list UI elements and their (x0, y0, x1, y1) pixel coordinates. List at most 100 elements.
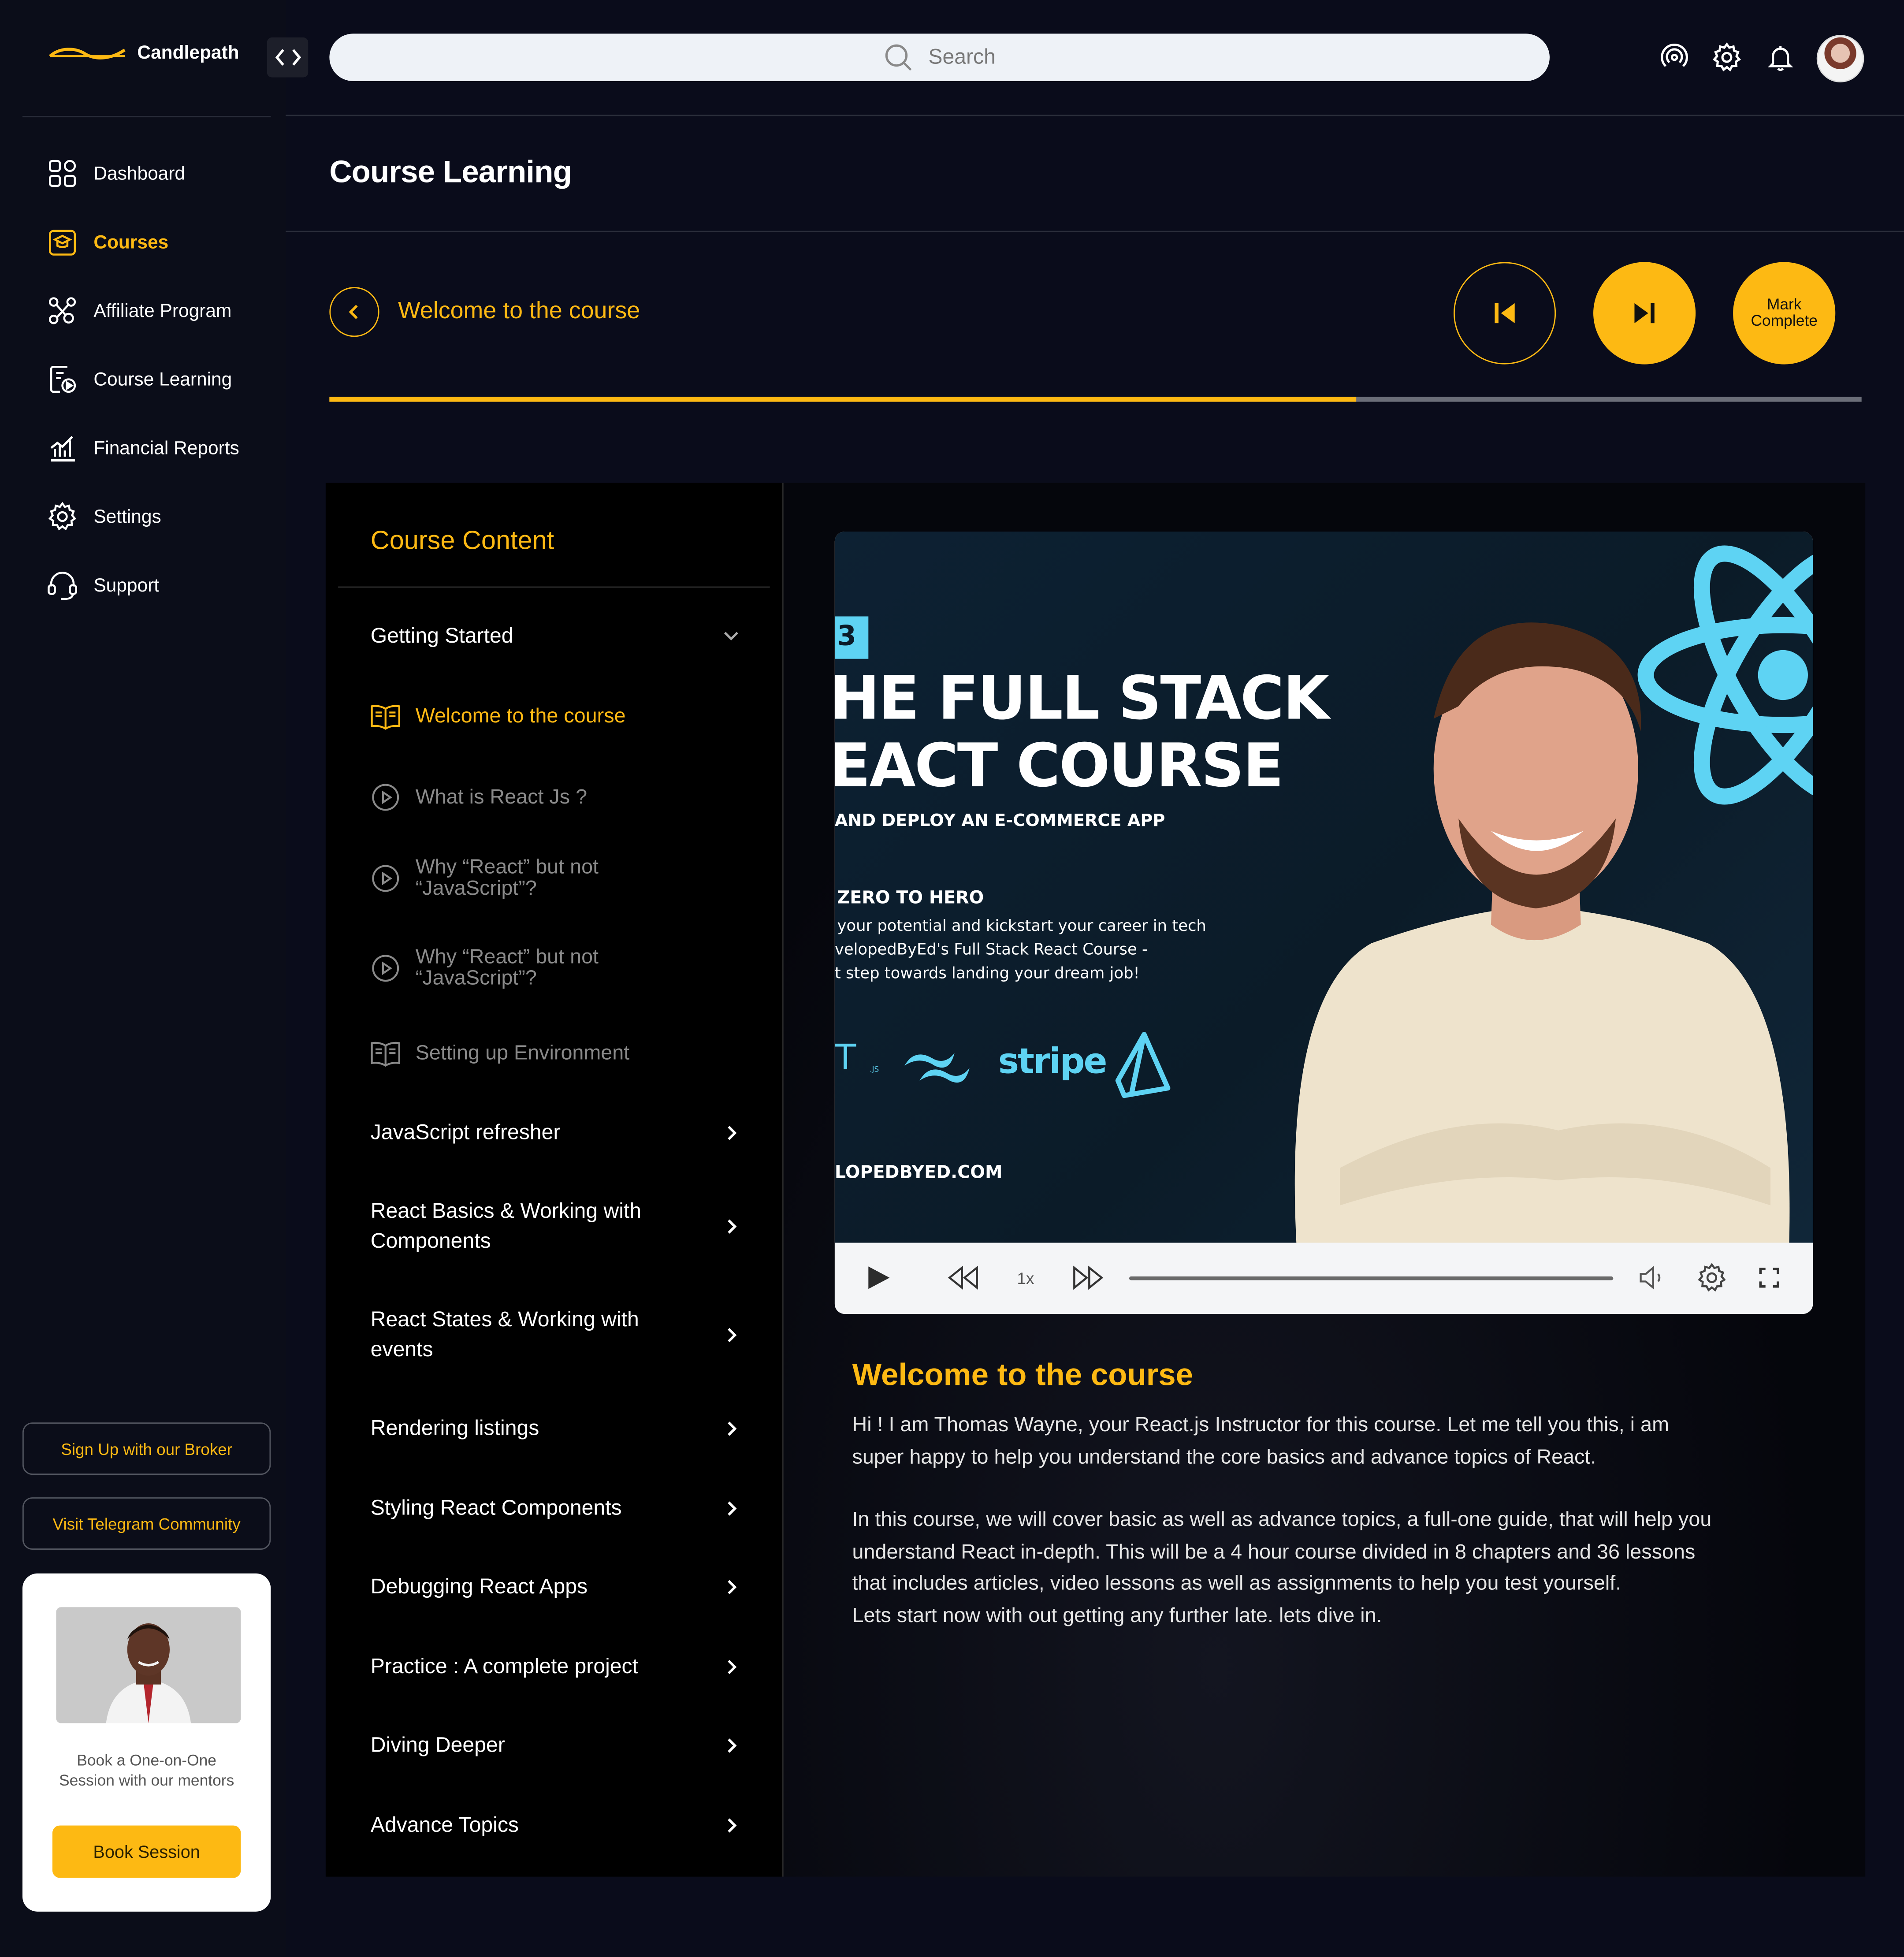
section-debugging-react-apps[interactable]: Debugging React Apps (371, 1572, 740, 1602)
mentor-card: Book a One-on-One Session with our mento… (22, 1573, 271, 1912)
section-react-basics[interactable]: React Basics & Working with Components (371, 1197, 740, 1257)
course-content-panel: Course Content Getting Started Welcome t… (325, 483, 782, 1877)
brand-logo[interactable]: Candlepath (48, 42, 239, 63)
candlepath-logo-icon (49, 47, 126, 59)
play-icon[interactable] (862, 1260, 895, 1295)
lesson-item[interactable]: What is React Js ? (371, 782, 733, 812)
headset-icon (46, 569, 79, 602)
user-avatar[interactable] (1816, 35, 1864, 82)
sidebar-item-settings[interactable]: Settings (46, 499, 161, 534)
chevron-right-icon (728, 1126, 737, 1140)
search-icon (885, 44, 912, 71)
chart-icon (46, 432, 79, 464)
thumbnail-desc-2: velopedByEd's Full Stack React Course - (834, 939, 1148, 959)
mark-complete-button[interactable]: Mark Complete (1733, 262, 1836, 365)
chevron-left-icon (349, 305, 358, 319)
network-icon (46, 294, 79, 327)
instructor-photo (1294, 622, 1790, 1243)
chevron-right-icon (728, 1659, 737, 1674)
playback-speed[interactable]: 1x (1012, 1260, 1039, 1295)
section-rendering-listings[interactable]: Rendering listings (371, 1414, 740, 1444)
sidebar-item-affiliate-program[interactable]: Affiliate Program (46, 293, 232, 328)
book-open-icon (371, 1042, 401, 1067)
collapse-sidebar-button[interactable] (267, 37, 309, 78)
section-getting-started[interactable]: Getting Started (371, 621, 740, 651)
section-practice-project[interactable]: Practice : A complete project (371, 1652, 740, 1682)
broadcast-icon[interactable] (1657, 40, 1692, 75)
sidebar-item-label: Affiliate Program (93, 300, 232, 321)
search-placeholder: Search (928, 45, 996, 69)
sidebar: Candlepath Dashboard Courses Affiliate P… (0, 0, 309, 1957)
sidebar-item-course-learning[interactable]: Course Learning (46, 362, 232, 397)
broker-signup-button[interactable]: Sign Up with our Broker (22, 1422, 271, 1475)
section-label: Practice : A complete project (370, 1654, 639, 1678)
previous-lesson-button[interactable] (1453, 262, 1556, 365)
play-circle-icon (372, 784, 399, 811)
sidebar-item-label: Course Learning (93, 368, 232, 390)
thumbnail-subtitle: AND DEPLOY AN E-COMMERCE APP (834, 811, 1165, 831)
lesson-body-paragraph-2: In this course, we will cover basic as w… (852, 1508, 1712, 1627)
app-root: Candlepath Dashboard Courses Affiliate P… (0, 0, 1904, 1957)
section-label: Advance Topics (370, 1813, 519, 1837)
page-title: Course Learning (329, 155, 572, 190)
back-button[interactable] (329, 287, 379, 337)
lesson-label: Setting up Environment (415, 1041, 630, 1064)
chevron-right-icon (728, 1501, 737, 1516)
settings-gear-icon[interactable] (1709, 40, 1744, 75)
video-settings-icon[interactable] (1694, 1260, 1729, 1295)
fullscreen-icon[interactable] (1755, 1260, 1783, 1295)
thumbnail-next-logo-sub: .JS (870, 1065, 879, 1075)
section-javascript-refresher[interactable]: JavaScript refresher (371, 1118, 740, 1148)
thumbnail-desc-3: t step towards landing your dream job! (834, 963, 1140, 982)
thumbnail-desc-1: your potential and kickstart your career… (837, 915, 1206, 935)
skip-next-icon (1634, 303, 1655, 324)
bell-icon[interactable] (1763, 40, 1798, 75)
volume-icon[interactable] (1636, 1260, 1668, 1295)
video-player[interactable]: 3 HE FULL STACK EACT COURSE AND DEPLOY A… (834, 531, 1813, 1314)
course-content-divider (338, 586, 770, 588)
skip-previous-icon (1495, 303, 1515, 324)
play-document-icon (46, 363, 79, 396)
lesson-body-title: Welcome to the course (852, 1358, 1193, 1393)
sidebar-item-label: Dashboard (93, 163, 186, 184)
next-lesson-button[interactable] (1593, 262, 1696, 365)
course-content-title: Course Content (370, 526, 554, 555)
chevron-right-icon (728, 1818, 737, 1833)
brand-name: Candlepath (137, 42, 239, 64)
lesson-item[interactable]: Why “React” but not “JavaScript”? (371, 945, 733, 990)
lesson-item[interactable]: Why “React” but not “JavaScript”? (371, 856, 733, 900)
title-divider (286, 231, 1904, 232)
play-circle-icon (372, 865, 399, 892)
current-lesson-title: Welcome to the course (398, 298, 640, 325)
sidebar-item-support[interactable]: Support (46, 568, 159, 603)
chevron-right-icon (728, 1421, 737, 1436)
lesson-body-paragraph-1: Hi ! I am Thomas Wayne, your React.js In… (852, 1414, 1669, 1468)
section-label: Diving Deeper (370, 1733, 505, 1757)
lesson-label: Welcome to the course (415, 704, 626, 727)
video-seek-bar[interactable] (1129, 1276, 1614, 1280)
section-react-states[interactable]: React States & Working with events (371, 1305, 740, 1365)
code-brackets-icon (275, 49, 301, 66)
search-bar[interactable]: Search (329, 33, 1550, 82)
sidebar-item-courses[interactable]: Courses (46, 225, 169, 260)
sidebar-item-financial-reports[interactable]: Financial Reports (46, 431, 239, 465)
sidebar-divider (22, 116, 271, 118)
book-session-button[interactable]: Book Session (52, 1825, 241, 1878)
section-label: Debugging React Apps (370, 1574, 588, 1599)
telegram-community-button[interactable]: Visit Telegram Community (22, 1497, 271, 1550)
fast-forward-icon[interactable] (1069, 1260, 1107, 1295)
chevron-right-icon (728, 1219, 737, 1234)
tailwind-logo-icon (904, 1053, 970, 1083)
lesson-item[interactable]: Welcome to the course (371, 703, 733, 730)
section-advance-topics[interactable]: Advance Topics (371, 1811, 740, 1841)
rewind-icon[interactable] (945, 1260, 982, 1295)
sidebar-item-dashboard[interactable]: Dashboard (46, 156, 185, 191)
section-styling-react-components[interactable]: Styling React Components (371, 1494, 740, 1524)
section-diving-deeper[interactable]: Diving Deeper (371, 1730, 740, 1760)
thumbnail-site: LOPEDBYED.COM (834, 1163, 1003, 1183)
lesson-progress-bar (329, 397, 1862, 402)
thumbnail-next-logo: T (834, 1037, 856, 1078)
lesson-item[interactable]: Setting up Environment (371, 1039, 733, 1067)
chevron-right-icon (728, 1580, 737, 1595)
lesson-label: Why “React” but not “JavaScript”? (415, 945, 599, 990)
